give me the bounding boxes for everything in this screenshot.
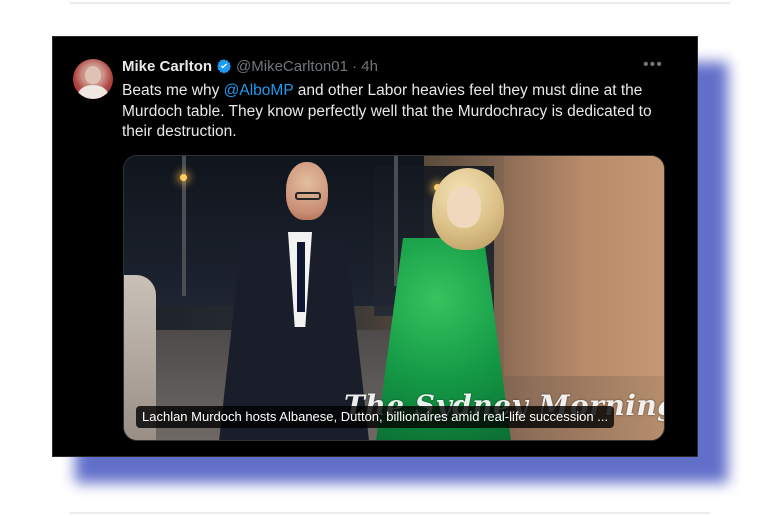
tweet-text: Beats me why @AlboMP and other Labor hea… (122, 81, 682, 143)
tweet-text-before-mention: Beats me why (122, 82, 224, 99)
top-divider (70, 2, 730, 4)
man-head (286, 162, 328, 220)
tweet-media[interactable]: The Sydney Morning Herald Lachlan Murdoc… (123, 155, 665, 441)
bottom-divider (70, 512, 710, 514)
tweet-header: Mike Carlton @MikeCarlton01 · 4h (122, 57, 378, 77)
tan-wall (504, 156, 664, 376)
verified-badge-icon (216, 58, 232, 74)
tweet-card[interactable]: Mike Carlton @MikeCarlton01 · 4h ••• Bea… (52, 36, 698, 457)
mention-link[interactable]: @AlboMP (224, 82, 294, 99)
author-handle[interactable]: @MikeCarlton01 (236, 58, 348, 75)
author-name[interactable]: Mike Carlton (122, 58, 212, 75)
post-time[interactable]: 4h (361, 58, 378, 75)
avatar-face (85, 66, 101, 84)
woman-face (447, 186, 481, 228)
street-pole (394, 156, 398, 286)
link-card-caption[interactable]: Lachlan Murdoch hosts Albanese, Dutton, … (136, 406, 615, 428)
avatar-body (78, 85, 108, 99)
man-tie (297, 242, 305, 312)
more-options-icon[interactable]: ••• (643, 55, 663, 75)
man-glasses (295, 192, 321, 200)
street-lamp (180, 174, 187, 181)
author-avatar[interactable] (73, 59, 113, 99)
